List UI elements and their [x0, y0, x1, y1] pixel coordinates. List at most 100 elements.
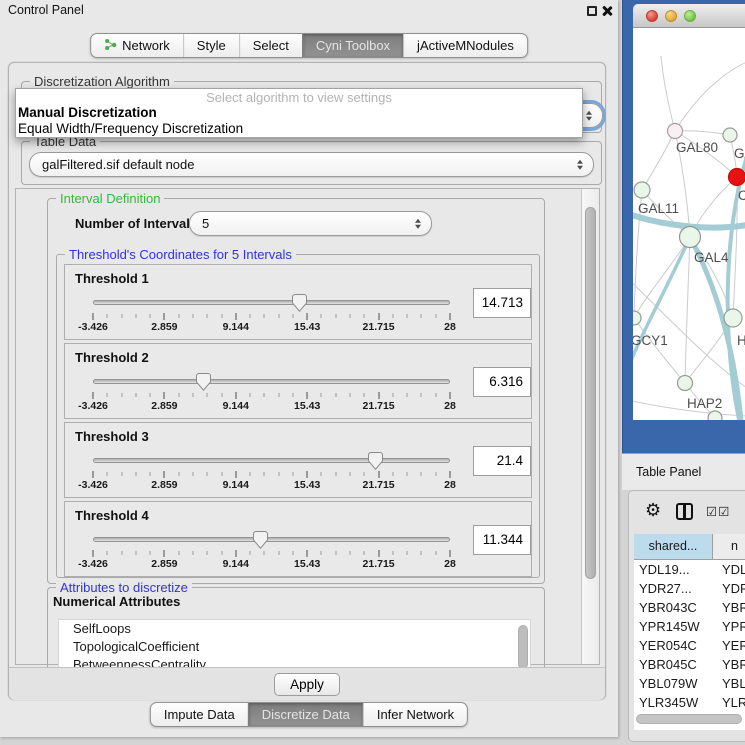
tab-cyni-toolbox[interactable]: Cyni Toolbox [302, 34, 403, 57]
table-cell: YDL19... [634, 560, 713, 579]
slider-tick [164, 392, 165, 399]
node-hap2[interactable] [678, 376, 693, 391]
node-gcy1[interactable] [633, 311, 641, 325]
close-icon[interactable] [601, 5, 613, 17]
slider-tick [278, 314, 279, 318]
slider-thumb[interactable] [292, 294, 307, 312]
slider-tick [321, 551, 322, 555]
window-title: Control Panel [8, 3, 84, 17]
table-row[interactable]: YDL19...YDL1 [634, 560, 745, 579]
spinner-up-down-icon [415, 218, 421, 229]
apply-row: Apply [9, 667, 605, 700]
threshold-value-field[interactable]: 21.4 [473, 446, 531, 476]
threshold-value-field[interactable]: 14.713 [473, 288, 531, 318]
threshold-label: Threshold 3 [75, 429, 149, 444]
dropdown-option-equal-width-frequency[interactable]: Equal Width/Frequency Discretization [16, 121, 582, 137]
slider-tick [292, 393, 293, 397]
slider-tick-label: 15.43 [294, 400, 320, 412]
slider-track [93, 537, 450, 542]
tab-label: Style [197, 38, 226, 53]
network-icon [104, 38, 117, 54]
threshold-slider[interactable] [93, 451, 450, 469]
threshold-slider[interactable] [93, 372, 450, 390]
table-row[interactable]: YER054CYER0 [634, 636, 745, 655]
slider-ticks [93, 471, 450, 478]
list-item[interactable]: SelfLoops [59, 620, 530, 638]
slider-tick [107, 551, 108, 555]
horizontal-scrollbar[interactable] [636, 714, 742, 724]
tab-jactivemnodules[interactable]: jActiveMNodules [403, 34, 527, 57]
node-gal80[interactable] [668, 124, 683, 139]
mac-minimize-button[interactable] [665, 10, 677, 22]
table-row[interactable]: YDR27...YDR2 [634, 579, 745, 598]
slider-tick [335, 393, 336, 397]
table-row[interactable]: YLR345WYLR3 [634, 693, 745, 712]
apply-button[interactable]: Apply [274, 673, 340, 696]
tab-label: Select [253, 38, 289, 53]
column-header-shared-name[interactable]: shared... [634, 534, 713, 559]
slider-thumb[interactable] [368, 452, 383, 470]
tab-label: Impute Data [164, 707, 235, 722]
node-bottom[interactable] [708, 411, 722, 420]
float-window-icon[interactable] [587, 6, 597, 16]
node-h[interactable] [724, 309, 742, 327]
columns-icon[interactable] [676, 503, 693, 520]
table-cell: YDR2 [713, 579, 745, 598]
node-red-selected[interactable] [729, 169, 745, 186]
threshold-slider[interactable] [93, 530, 450, 548]
table-row[interactable]: YPR145WYPR1 [634, 617, 745, 636]
slider-tick [235, 313, 236, 320]
mac-zoom-button[interactable] [684, 10, 696, 22]
threshold-value-field[interactable]: 11.344 [473, 525, 531, 555]
slider-tick [350, 314, 351, 318]
list-item[interactable]: TopologicalCoefficient [59, 638, 530, 656]
dropdown-option-manual-discretization[interactable]: Manual Discretization [16, 105, 582, 121]
tab-impute-data[interactable]: Impute Data [151, 703, 248, 726]
node-label: GAL4 [694, 250, 729, 265]
spinner-up-down-icon [577, 159, 583, 170]
slider-tick [221, 314, 222, 318]
slider-thumb[interactable] [253, 531, 268, 549]
slider-tick [264, 472, 265, 476]
threshold-slider[interactable] [93, 293, 450, 311]
slider-tick [407, 393, 408, 397]
slider-tick [364, 393, 365, 397]
numerical-attributes-list[interactable]: SelfLoopsTopologicalCoefficientBetweenne… [58, 619, 531, 672]
table-row[interactable]: YBL079WYBL0 [634, 674, 745, 693]
slider-tick [250, 393, 251, 397]
table-data-combobox[interactable]: galFiltered.sif default node [29, 152, 594, 177]
list-scrollbar[interactable] [518, 625, 528, 669]
slider-tick-label: 21.715 [363, 479, 395, 491]
scrollbar-thumb[interactable] [585, 207, 596, 579]
node-right-top[interactable] [723, 128, 737, 142]
combobox-value: 5 [202, 216, 209, 231]
control-panel-titlebar: Control Panel [0, 0, 618, 22]
slider-tick-label: 9.144 [223, 321, 249, 333]
tab-discretize-data[interactable]: Discretize Data [248, 703, 363, 726]
tab-select[interactable]: Select [239, 34, 302, 57]
column-header-name[interactable]: n [713, 534, 745, 559]
table-row[interactable]: YBR043CYBR0 [634, 598, 745, 617]
gear-icon[interactable]: ⚙ [645, 501, 661, 521]
node-gal11[interactable] [634, 182, 650, 198]
table-cell: YDL1 [713, 560, 745, 579]
tab-infer-network[interactable]: Infer Network [363, 703, 467, 726]
slider-tick [250, 551, 251, 555]
node-gal4[interactable] [680, 227, 701, 248]
slider-tick [278, 393, 279, 397]
mac-close-button[interactable] [646, 10, 658, 22]
slider-scale: -3.4262.8599.14415.4321.71528 [93, 321, 450, 334]
slider-thumb[interactable] [196, 373, 211, 391]
slider-tick-label: 15.43 [294, 558, 320, 570]
threshold-value-field[interactable]: 6.316 [473, 367, 531, 397]
tab-style[interactable]: Style [183, 34, 239, 57]
table-row[interactable]: YBR045CYBR0 [634, 655, 745, 674]
vertical-scrollbar[interactable] [581, 189, 599, 664]
number-of-intervals-combobox[interactable]: 5 [189, 211, 432, 236]
tab-network[interactable]: Network [91, 34, 183, 57]
slider-tick-label: 15.43 [294, 321, 320, 333]
slider-tick [150, 551, 151, 555]
network-canvas[interactable]: GAL80 GA C GAL11 GAL4 GCY1 H HAP2 [633, 28, 745, 420]
checked-checkbox-icons[interactable]: ☑☑ [706, 504, 730, 519]
slider-tick [221, 472, 222, 476]
